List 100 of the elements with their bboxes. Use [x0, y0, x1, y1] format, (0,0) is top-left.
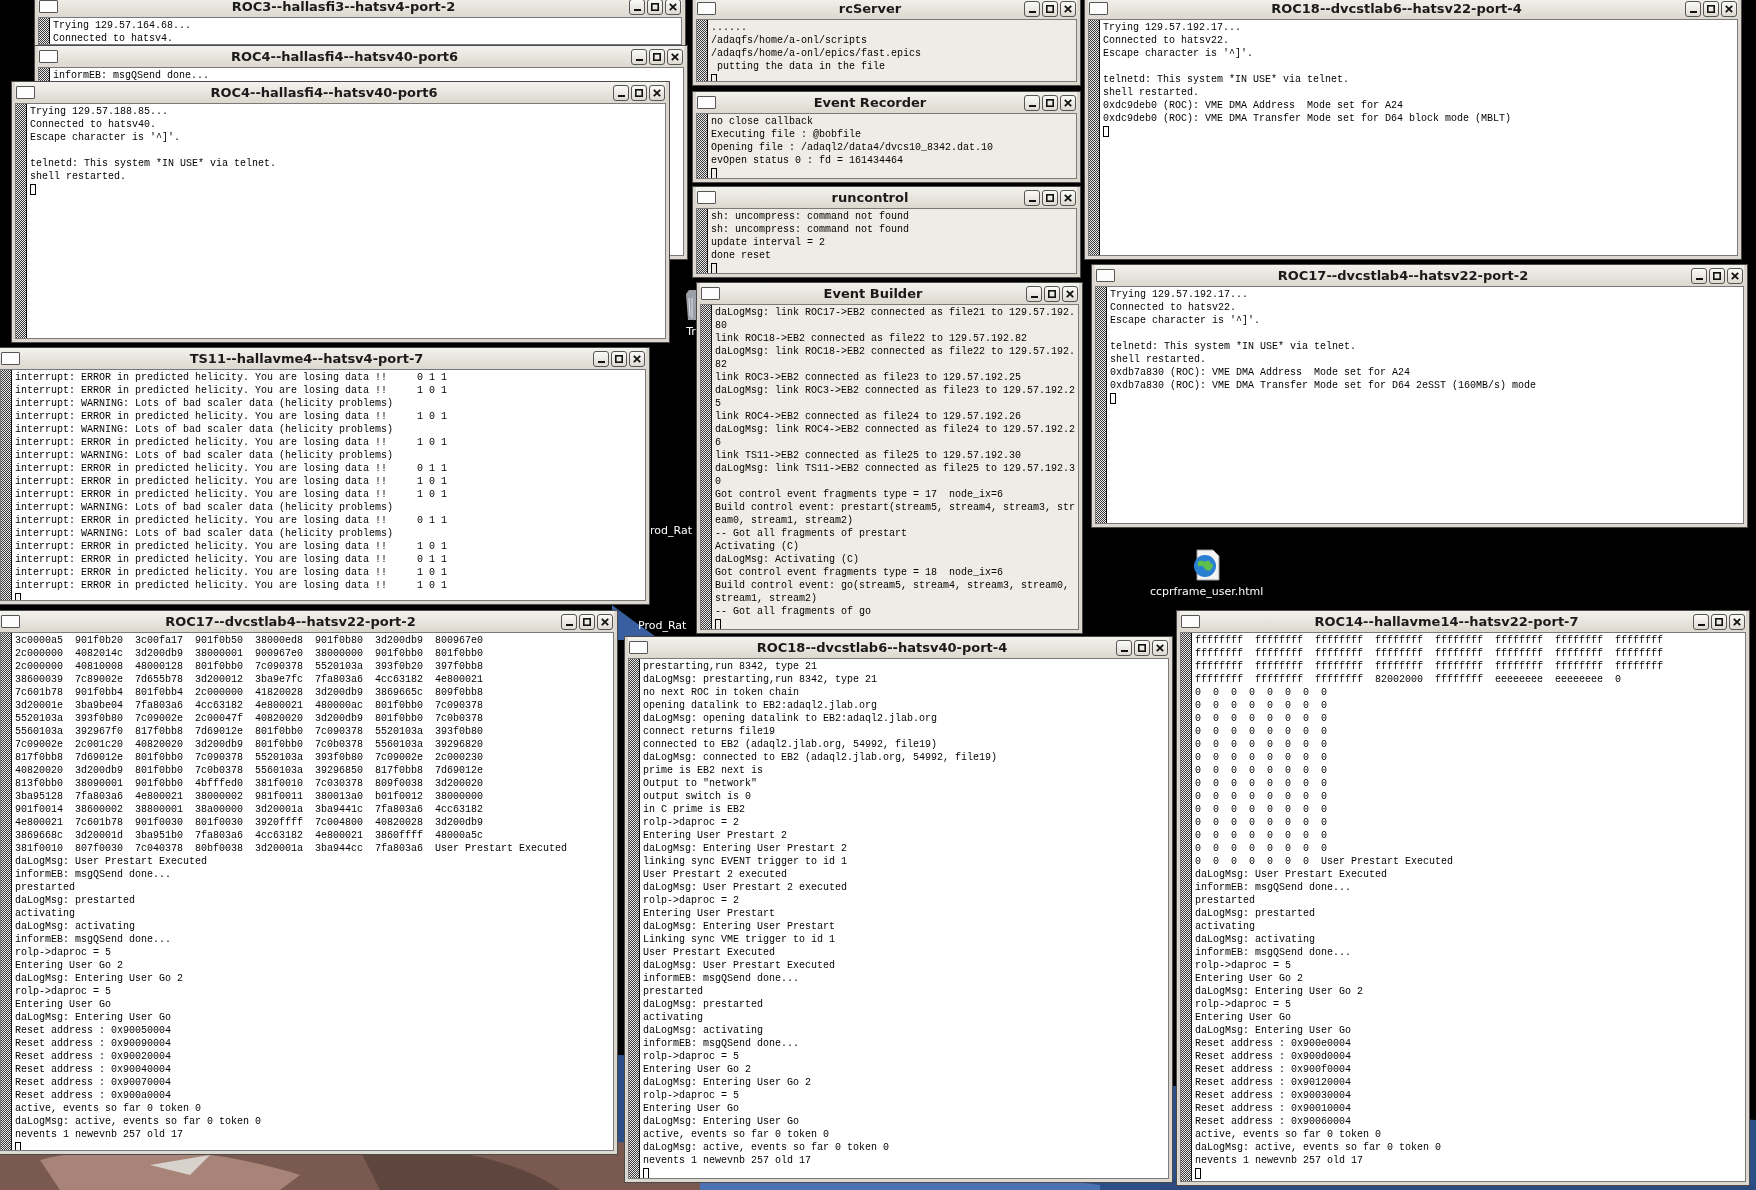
- close-button[interactable]: [665, 0, 681, 15]
- close-button[interactable]: [1152, 639, 1168, 656]
- terminal-line: Connected to hatsv40.: [30, 118, 158, 131]
- minimize-button[interactable]: [1685, 0, 1701, 17]
- window-title: Event Recorder: [812, 95, 928, 110]
- window-menu-icon[interactable]: [1096, 269, 1115, 282]
- icon-label[interactable]: rod_Rat: [650, 524, 692, 538]
- maximize-button[interactable]: [631, 84, 647, 101]
- minimize-button[interactable]: [1116, 639, 1132, 656]
- terminal-line: Trying 129.57.164.68...: [53, 19, 192, 32]
- maximize-button[interactable]: [1042, 94, 1058, 111]
- maximize-button[interactable]: [1711, 613, 1727, 630]
- minimize-button[interactable]: [1026, 285, 1042, 302]
- terminal-line: active, events so far 0 token 0: [1195, 1128, 1383, 1141]
- minimize-button[interactable]: [629, 0, 645, 15]
- minimize-button[interactable]: [1693, 613, 1709, 630]
- window-menu-icon[interactable]: [629, 641, 648, 654]
- close-button[interactable]: [649, 84, 665, 101]
- terminal-line: eam0, stream1, stream2): [715, 514, 855, 527]
- close-button[interactable]: [667, 48, 683, 65]
- window-menu-icon[interactable]: [697, 191, 716, 204]
- window-menu-icon[interactable]: [39, 50, 58, 63]
- window-menu-icon[interactable]: [697, 96, 716, 109]
- close-button[interactable]: [1060, 94, 1076, 111]
- scrollbar[interactable]: [39, 68, 49, 82]
- minimize-button[interactable]: [1691, 267, 1707, 284]
- terminal-line: Activating (C): [715, 540, 800, 553]
- terminal-line: no next ROC in token chain: [643, 686, 801, 699]
- maximize-button[interactable]: [579, 613, 595, 630]
- terminal-line: 0xdb7a830 (ROC): VME DMA Transfer Mode set for D64 2eSST (160MB/s) mode: [1110, 379, 1537, 392]
- minimize-button[interactable]: [631, 48, 647, 65]
- minimize-button[interactable]: [561, 613, 577, 630]
- scrollbar[interactable]: [697, 114, 707, 178]
- minimize-icon: [1030, 296, 1038, 298]
- window-menu-icon[interactable]: [1181, 615, 1200, 628]
- scrollbar[interactable]: [1, 370, 11, 600]
- maximize-button[interactable]: [1709, 267, 1725, 284]
- scrollbar[interactable]: [39, 18, 49, 44]
- scrollbar[interactable]: [701, 305, 711, 629]
- scrollbar[interactable]: [1089, 20, 1099, 255]
- terminal-line: activating: [15, 907, 76, 920]
- maximize-button[interactable]: [647, 0, 663, 15]
- terminal-line: link ROC4->EB2 connected as file24 to 129.57.192.26: [715, 410, 1023, 423]
- window-menu-icon[interactable]: [701, 287, 720, 300]
- close-button[interactable]: [1721, 0, 1737, 17]
- close-icon: [1733, 617, 1741, 626]
- terminal-line: daLogMsg: active, events so far 0 token 0: [1195, 1141, 1443, 1154]
- scrollbar[interactable]: [1, 633, 11, 1150]
- icon-label[interactable]: ccprframe_user.html: [1150, 585, 1264, 599]
- minimize-button[interactable]: [613, 84, 629, 101]
- close-button[interactable]: [597, 613, 613, 630]
- terminal-line: daLogMsg: Entering User Go 2: [1195, 985, 1365, 998]
- terminal-line: rolp->daproc = 2: [643, 894, 740, 907]
- scrollbar[interactable]: [16, 104, 26, 338]
- terminal-line: daLogMsg: Entering User Prestart 2: [643, 842, 849, 855]
- minimize-button[interactable]: [1024, 94, 1040, 111]
- maximize-button[interactable]: [611, 350, 627, 367]
- icon-label[interactable]: Tr: [686, 325, 696, 339]
- window-menu-icon[interactable]: [16, 86, 35, 99]
- maximize-icon: [1715, 617, 1723, 626]
- maximize-button[interactable]: [649, 48, 665, 65]
- maximize-button[interactable]: [1044, 285, 1060, 302]
- minimize-button[interactable]: [1024, 189, 1040, 206]
- minimize-icon: [1697, 624, 1705, 626]
- terminal-line: daLogMsg: activating: [643, 1024, 765, 1037]
- minimize-icon: [1689, 11, 1697, 13]
- terminal-line: daLogMsg: Entering User Go: [15, 1011, 173, 1024]
- scrollbar[interactable]: [697, 209, 707, 273]
- maximize-button[interactable]: [1042, 0, 1058, 17]
- window-menu-icon[interactable]: [1, 352, 20, 365]
- minimize-icon: [1120, 650, 1128, 652]
- scrollbar[interactable]: [1181, 633, 1191, 1181]
- window-menu-icon[interactable]: [1089, 2, 1108, 15]
- minimize-button[interactable]: [1024, 0, 1040, 17]
- close-button[interactable]: [1727, 267, 1743, 284]
- close-button[interactable]: [1060, 189, 1076, 206]
- maximize-button[interactable]: [1134, 639, 1150, 656]
- terminal-line: rolp->daproc = 5: [1195, 998, 1292, 1011]
- scrollbar[interactable]: [629, 659, 639, 1178]
- close-button[interactable]: [1062, 285, 1078, 302]
- close-button[interactable]: [1729, 613, 1745, 630]
- terminal-line: daLogMsg: connected to EB2 (adaql2.jlab.org, 54992, file19): [643, 751, 998, 764]
- terminal-line: Entering User Prestart: [643, 907, 777, 920]
- window-menu-icon[interactable]: [39, 0, 58, 13]
- terminal-line: daLogMsg: link ROC17->EB2 connected as file21 to 129.57.192.: [715, 306, 1075, 319]
- icon-label[interactable]: Prod_Rat: [638, 619, 687, 633]
- minimize-button[interactable]: [593, 350, 609, 367]
- terminal-line: sh: uncompress: command not found: [711, 210, 910, 223]
- window-menu-icon[interactable]: [1, 615, 20, 628]
- window-menu-icon[interactable]: [697, 2, 716, 15]
- maximize-button[interactable]: [1042, 189, 1058, 206]
- terminal-line: link ROC3->EB2 connected as file23 to 129.57.192.25: [715, 371, 1023, 384]
- close-button[interactable]: [1060, 0, 1076, 17]
- maximize-icon: [653, 52, 661, 61]
- scrollbar[interactable]: [1096, 287, 1106, 523]
- scrollbar[interactable]: [697, 20, 707, 81]
- terminal-line: interrupt: ERROR in predicted helicity. You are losing data !! 1 0 1: [15, 579, 448, 592]
- terminal-line: Linking sync VME trigger to id 1: [643, 933, 837, 946]
- close-button[interactable]: [629, 350, 645, 367]
- maximize-button[interactable]: [1703, 0, 1719, 17]
